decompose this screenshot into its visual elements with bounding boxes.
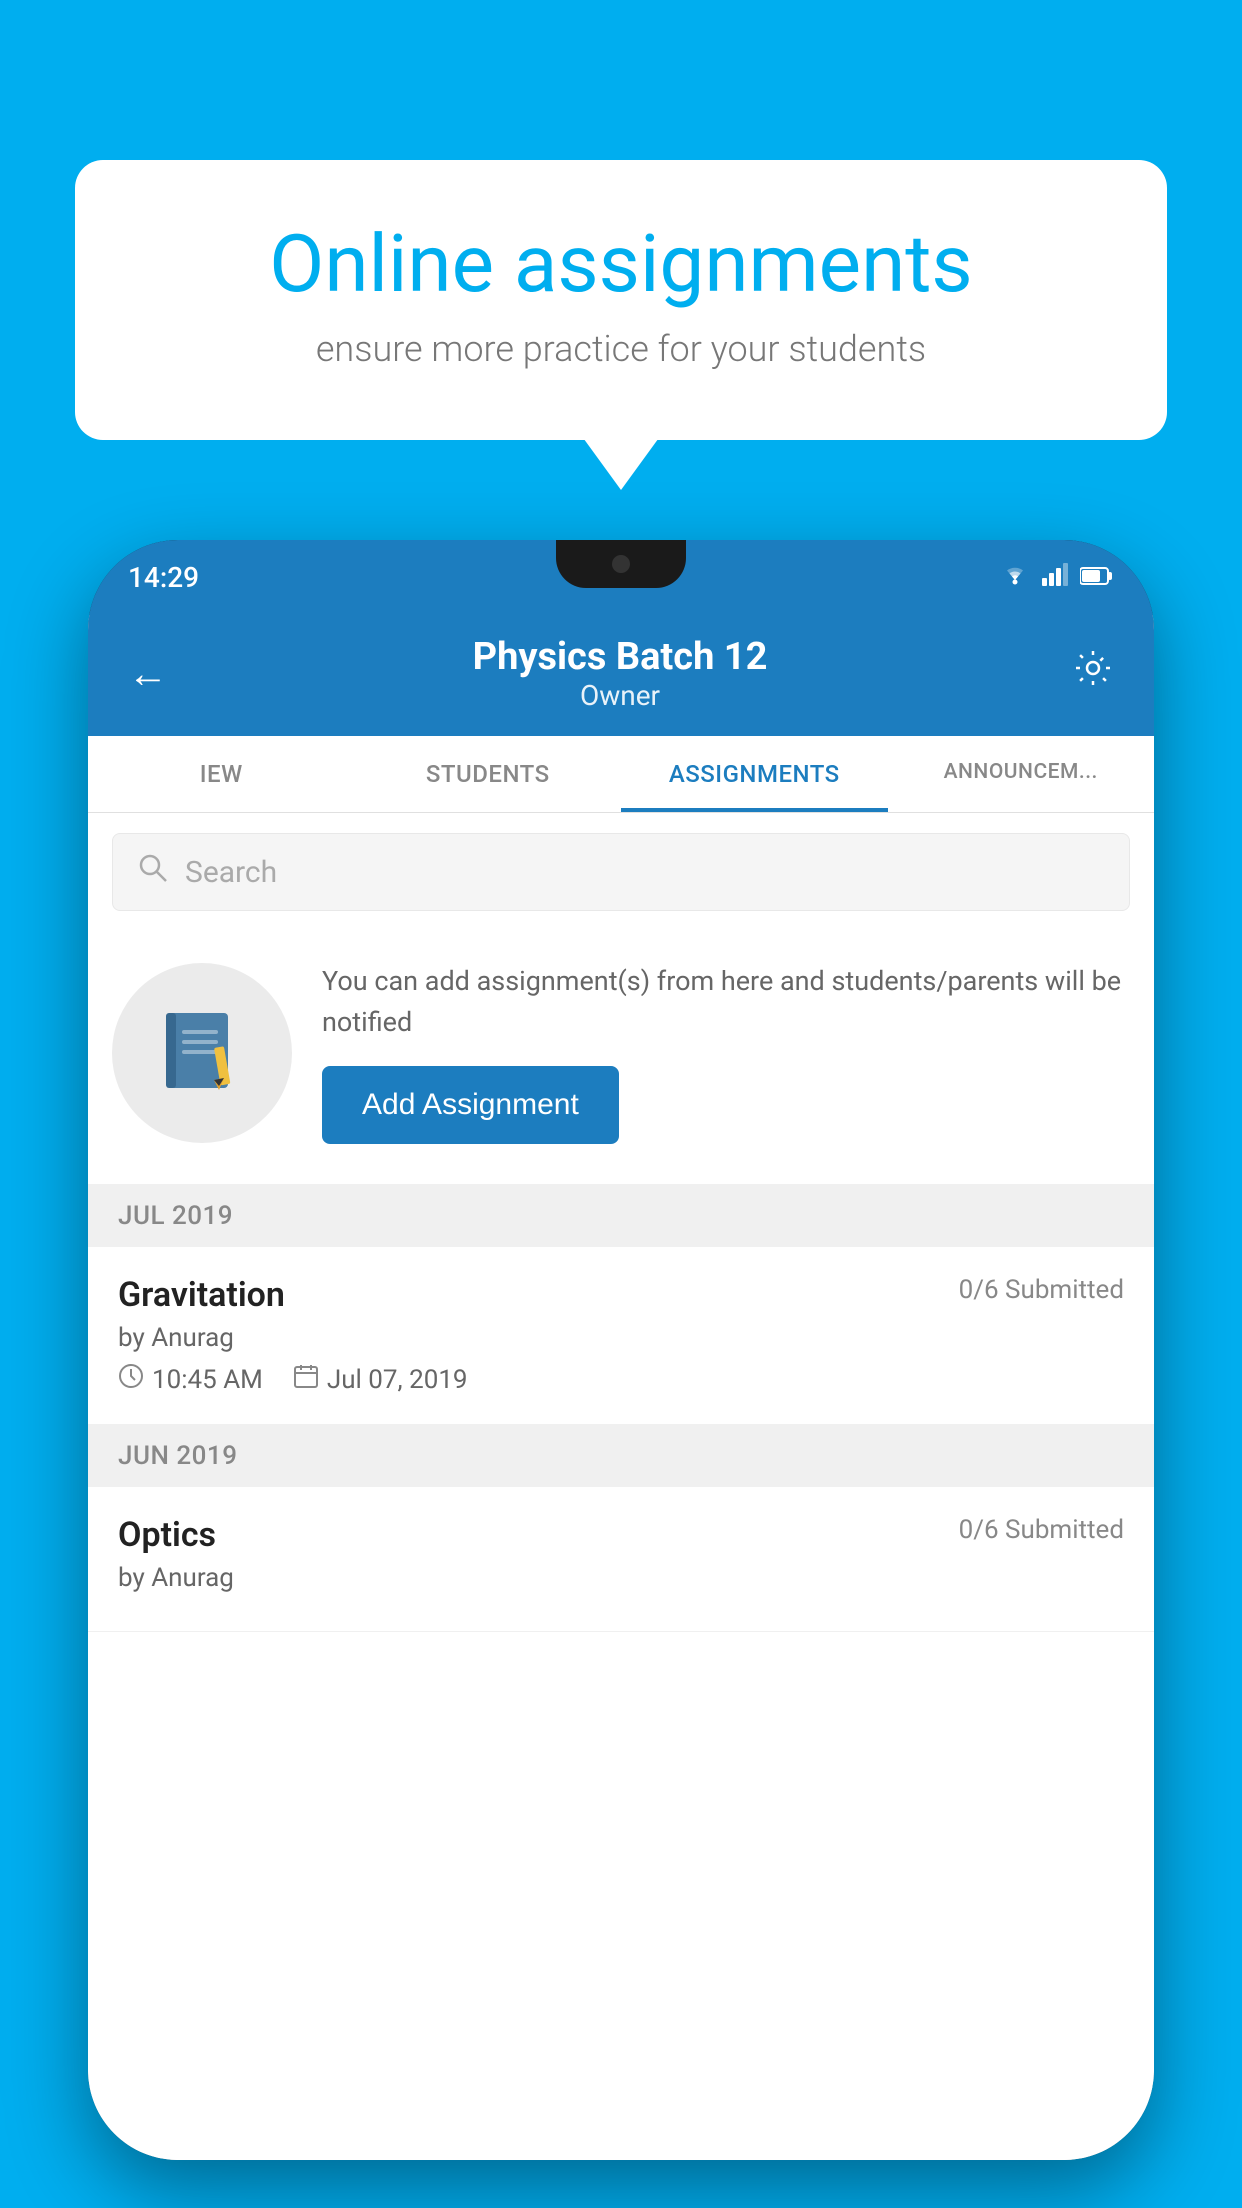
phone-frame: 14:29 <box>88 540 1154 2160</box>
tab-announcements[interactable]: ANNOUNCEM... <box>888 736 1155 812</box>
tab-iew[interactable]: IEW <box>88 736 355 812</box>
speech-bubble-container: Online assignments ensure more practice … <box>75 160 1167 440</box>
status-icons <box>1000 562 1114 593</box>
assignment-date: Jul 07, 2019 <box>327 1365 468 1395</box>
assignment-by: by Anurag <box>118 1323 1124 1353</box>
wifi-icon <box>1000 562 1030 593</box>
assignment-item-header: Gravitation 0/6 Submitted <box>118 1275 1124 1315</box>
search-icon <box>137 852 169 892</box>
status-bar: 14:29 <box>88 540 1154 615</box>
status-time: 14:29 <box>128 561 199 594</box>
assignment-submitted-optics: 0/6 Submitted <box>959 1515 1124 1545</box>
notebook-illustration <box>162 1008 242 1098</box>
battery-icon <box>1080 563 1114 593</box>
assignment-description: You can add assignment(s) from here and … <box>322 961 1130 1042</box>
assignment-item-gravitation[interactable]: Gravitation 0/6 Submitted by Anurag 10:4… <box>88 1247 1154 1425</box>
assignment-meta: 10:45 AM Jul 07, 2019 <box>118 1363 1124 1396</box>
phone-notch <box>556 540 686 588</box>
tab-students[interactable]: STUDENTS <box>355 736 622 812</box>
assignment-by-optics: by Anurag <box>118 1563 1124 1593</box>
header-subtitle: Owner <box>473 679 768 712</box>
camera-dot <box>612 555 630 573</box>
calendar-icon <box>293 1363 319 1396</box>
add-assignment-section: You can add assignment(s) from here and … <box>88 931 1154 1185</box>
search-bar[interactable]: Search <box>112 833 1130 911</box>
back-button[interactable]: ← <box>128 650 168 697</box>
tab-assignments[interactable]: ASSIGNMENTS <box>621 736 888 812</box>
assignment-item-optics[interactable]: Optics 0/6 Submitted by Anurag <box>88 1487 1154 1632</box>
add-assignment-button[interactable]: Add Assignment <box>322 1066 619 1144</box>
settings-icon[interactable] <box>1072 647 1114 700</box>
phone-screen: ← Physics Batch 12 Owner IEW STUDENTS AS… <box>88 615 1154 2160</box>
assignment-icon-circle <box>112 963 292 1143</box>
app-header: ← Physics Batch 12 Owner <box>88 615 1154 736</box>
content-area: Search <box>88 813 1154 2160</box>
assignment-time: 10:45 AM <box>152 1365 263 1395</box>
header-title: Physics Batch 12 <box>473 635 768 679</box>
signal-icon <box>1042 562 1068 593</box>
clock-icon <box>118 1363 144 1396</box>
speech-bubble-subtitle: ensure more practice for your students <box>155 328 1087 370</box>
assignment-submitted: 0/6 Submitted <box>959 1275 1124 1305</box>
speech-bubble: Online assignments ensure more practice … <box>75 160 1167 440</box>
tabs-bar: IEW STUDENTS ASSIGNMENTS ANNOUNCEM... <box>88 736 1154 813</box>
month-separator-jun: JUN 2019 <box>88 1425 1154 1487</box>
assignment-item-header-optics: Optics 0/6 Submitted <box>118 1515 1124 1555</box>
search-placeholder: Search <box>185 855 277 890</box>
meta-time: 10:45 AM <box>118 1363 263 1396</box>
header-center: Physics Batch 12 Owner <box>473 635 768 712</box>
assignment-title-optics: Optics <box>118 1515 216 1555</box>
meta-date: Jul 07, 2019 <box>293 1363 468 1396</box>
speech-bubble-title: Online assignments <box>155 220 1087 308</box>
search-bar-container: Search <box>88 813 1154 931</box>
assignment-title: Gravitation <box>118 1275 285 1315</box>
assignment-right: You can add assignment(s) from here and … <box>322 961 1130 1144</box>
month-separator-jul: JUL 2019 <box>88 1185 1154 1247</box>
